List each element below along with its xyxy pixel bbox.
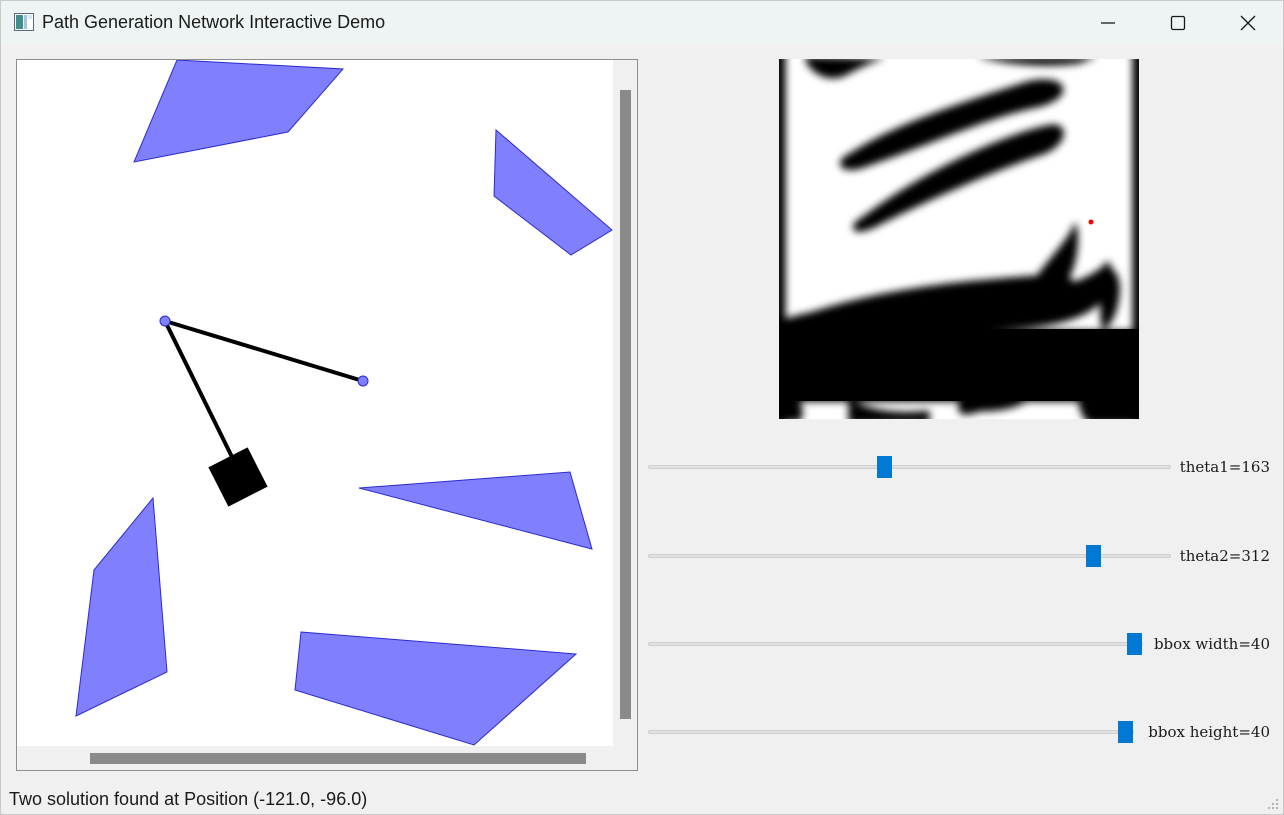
bbox-height-slider[interactable]: bbox height=40 (647, 716, 1273, 746)
bbox-height-track[interactable] (648, 730, 1134, 734)
theta2-label: theta2=312 (1179, 547, 1270, 565)
theta1-handle[interactable] (877, 456, 892, 478)
workspace-canvas[interactable] (17, 60, 613, 746)
theta1-slider[interactable]: theta1=163 (647, 451, 1273, 481)
bbox-height-label: bbox height=40 (1148, 723, 1270, 741)
vertical-scrollbar[interactable] (620, 90, 631, 719)
configuration-space-map (779, 59, 1139, 419)
joint-base[interactable] (159, 315, 171, 327)
status-bar-message: Two solution found at Position (-121.0, … (9, 789, 368, 809)
maximize-button[interactable] (1143, 1, 1213, 45)
app-window: Path Generation Network Interactive Demo (0, 0, 1284, 815)
close-icon (1240, 15, 1256, 31)
theta1-label: theta1=163 (1179, 458, 1270, 476)
resize-grip-icon[interactable] (1267, 798, 1279, 810)
title-bar[interactable]: Path Generation Network Interactive Demo (1, 1, 1283, 45)
bbox-width-slider[interactable]: bbox width=40 (647, 628, 1273, 658)
theta2-slider[interactable]: theta2=312 (647, 540, 1273, 570)
close-button[interactable] (1213, 1, 1283, 45)
horizontal-scrollbar[interactable] (90, 753, 586, 764)
minimize-icon (1101, 22, 1115, 24)
bbox-width-label: bbox width=40 (1153, 635, 1270, 653)
app-icon (14, 13, 34, 31)
bbox-width-handle[interactable] (1127, 633, 1142, 655)
maximize-icon (1170, 15, 1186, 31)
minimize-button[interactable] (1073, 1, 1143, 45)
joint-elbow[interactable] (357, 375, 369, 387)
theta1-track[interactable] (648, 465, 1171, 469)
bbox-height-handle[interactable] (1118, 721, 1133, 743)
current-configuration-marker (1088, 219, 1094, 225)
theta2-handle[interactable] (1086, 545, 1101, 567)
window-title: Path Generation Network Interactive Demo (42, 12, 386, 32)
bbox-width-track[interactable] (648, 642, 1143, 646)
